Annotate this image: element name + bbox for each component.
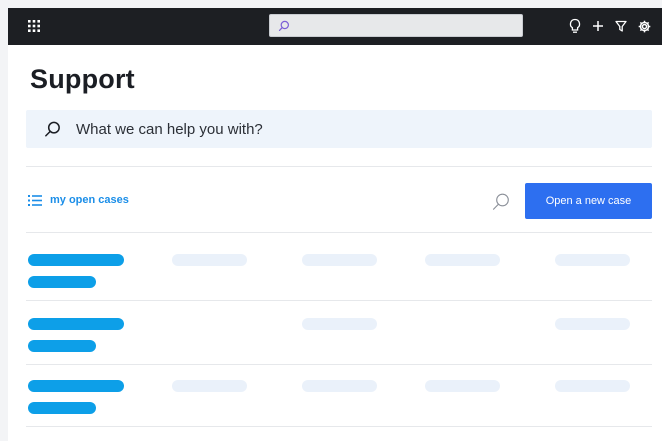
- my-open-cases-link[interactable]: my open cases: [28, 194, 129, 206]
- loading-bar: [555, 380, 630, 392]
- plus-icon[interactable]: [591, 19, 605, 33]
- loading-bar: [555, 318, 630, 330]
- loading-bar: [28, 402, 96, 414]
- search-icon[interactable]: [491, 192, 511, 212]
- loading-bar: [302, 380, 377, 392]
- loading-bar: [28, 318, 124, 330]
- loading-bar: [555, 254, 630, 266]
- open-new-case-button[interactable]: Open a new case: [525, 183, 652, 219]
- top-actions: [568, 16, 652, 36]
- loading-bar: [425, 254, 500, 266]
- search-icon: [278, 20, 290, 31]
- loading-bar: [172, 380, 247, 392]
- divider: [26, 300, 652, 301]
- help-search-bar[interactable]: [26, 110, 652, 148]
- divider: [26, 426, 652, 427]
- loading-bar: [28, 276, 96, 288]
- list-icon: [28, 194, 42, 206]
- help-search-input[interactable]: [76, 110, 636, 148]
- gear-icon[interactable]: [637, 19, 652, 34]
- app-window: Support my open cases Open a new case: [8, 8, 662, 441]
- top-navigation-bar: [8, 8, 662, 45]
- my-open-cases-label: my open cases: [50, 194, 129, 206]
- search-icon: [45, 121, 60, 137]
- global-search-input[interactable]: [269, 14, 523, 37]
- case-row-placeholder[interactable]: [26, 248, 652, 308]
- loading-bar: [302, 318, 377, 330]
- apps-grid-icon[interactable]: [28, 20, 40, 32]
- divider: [26, 364, 652, 365]
- loading-bar: [28, 254, 124, 266]
- page-title: Support: [30, 64, 135, 94]
- case-row-placeholder[interactable]: [26, 374, 652, 434]
- filter-icon[interactable]: [614, 19, 628, 33]
- lightbulb-icon[interactable]: [568, 18, 582, 34]
- divider: [26, 232, 652, 233]
- loading-bar: [302, 254, 377, 266]
- case-row-placeholder[interactable]: [26, 312, 652, 372]
- divider: [26, 166, 652, 167]
- loading-bar: [28, 380, 124, 392]
- loading-bar: [425, 380, 500, 392]
- loading-bar: [28, 340, 96, 352]
- loading-bar: [172, 254, 247, 266]
